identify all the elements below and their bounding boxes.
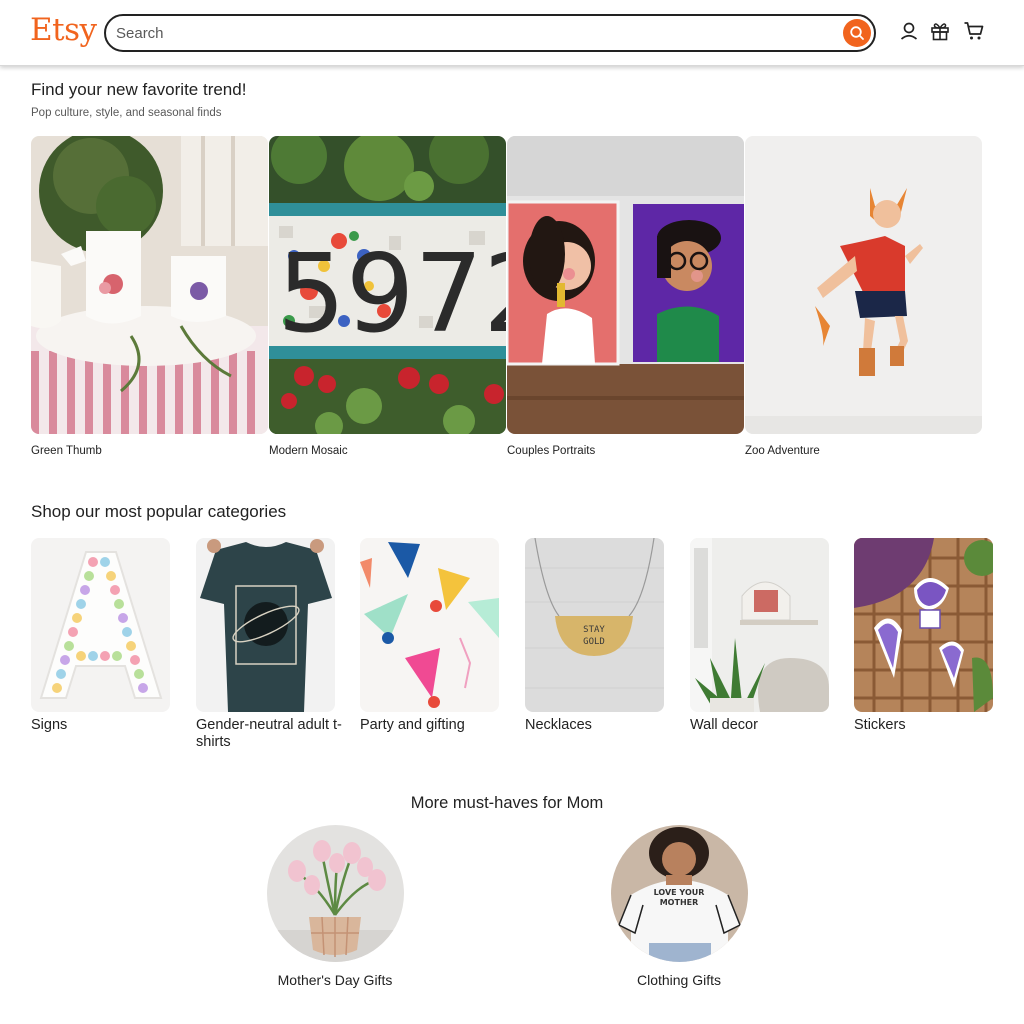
category-label[interactable]: Wall decor <box>690 717 840 734</box>
category-image-stickers <box>854 538 993 712</box>
search-icon <box>850 26 864 40</box>
trend-card-modern-mosaic[interactable]: 5972 <box>269 136 506 434</box>
category-image-signs <box>31 538 170 712</box>
necklace-text-bottom: GOLD <box>583 637 605 647</box>
trend-image-zoo-adventure <box>745 136 982 434</box>
category-label[interactable]: Stickers <box>854 717 1004 734</box>
search-input[interactable] <box>116 23 816 43</box>
category-card-party[interactable] <box>360 538 499 712</box>
trend-label[interactable]: Green Thumb <box>31 445 102 457</box>
category-image-party <box>360 538 499 712</box>
category-label[interactable]: Signs <box>31 717 181 734</box>
cart-icon[interactable] <box>963 20 985 42</box>
user-icon[interactable] <box>898 20 920 42</box>
category-card-t-shirts[interactable] <box>196 538 335 712</box>
category-card-stickers[interactable] <box>854 538 993 712</box>
category-image-t-shirts <box>196 538 335 712</box>
trend-label[interactable]: Modern Mosaic <box>269 445 348 457</box>
trend-card-green-thumb[interactable] <box>31 136 268 434</box>
category-card-signs[interactable] <box>31 538 170 712</box>
necklace-text-top: STAY <box>583 625 605 635</box>
trend-image-modern-mosaic: 5972 <box>269 136 506 434</box>
search-button[interactable] <box>843 19 871 47</box>
categories-heading: Shop our most popular categories <box>31 502 287 521</box>
category-label[interactable]: Necklaces <box>525 717 675 734</box>
category-card-wall-decor[interactable] <box>690 538 829 712</box>
tshirt-text-top: LOVE YOUR <box>654 888 705 897</box>
trend-label[interactable]: Couples Portraits <box>507 445 595 457</box>
trend-image-green-thumb <box>31 136 268 434</box>
site-header: Etsy <box>0 0 1024 66</box>
trends-heading: Find your new favorite trend! <box>31 80 247 99</box>
search-bar[interactable] <box>104 14 876 52</box>
category-image-wall-decor <box>690 538 829 712</box>
category-label[interactable]: Gender-neutral adult t-shirts <box>196 717 346 751</box>
category-card-necklaces[interactable]: STAY GOLD <box>525 538 664 712</box>
category-image-necklaces: STAY GOLD <box>525 538 664 712</box>
gift-icon[interactable] <box>929 20 951 42</box>
mosaic-number: 5972 <box>277 232 506 357</box>
etsy-logo[interactable]: Etsy <box>30 12 97 48</box>
mom-card-clothing-gifts[interactable]: LOVE YOUR MOTHER <box>611 825 748 962</box>
trend-card-couples-portraits[interactable] <box>507 136 744 434</box>
trend-label[interactable]: Zoo Adventure <box>745 445 820 457</box>
tshirt-text-bottom: MOTHER <box>660 898 699 907</box>
mom-label[interactable]: Mother's Day Gifts <box>235 972 435 988</box>
mom-card-mothers-day-gifts[interactable] <box>267 825 404 962</box>
trend-card-zoo-adventure[interactable] <box>745 136 982 434</box>
mom-label[interactable]: Clothing Gifts <box>579 972 779 988</box>
trends-subtitle: Pop culture, style, and seasonal finds <box>31 107 222 119</box>
mom-image-clothing-gifts: LOVE YOUR MOTHER <box>611 825 748 962</box>
trend-image-couples-portraits <box>507 136 744 434</box>
mom-section-heading: More must-haves for Mom <box>410 794 604 812</box>
mom-image-mothers-day-gifts <box>267 825 404 962</box>
category-label[interactable]: Party and gifting <box>360 717 510 734</box>
